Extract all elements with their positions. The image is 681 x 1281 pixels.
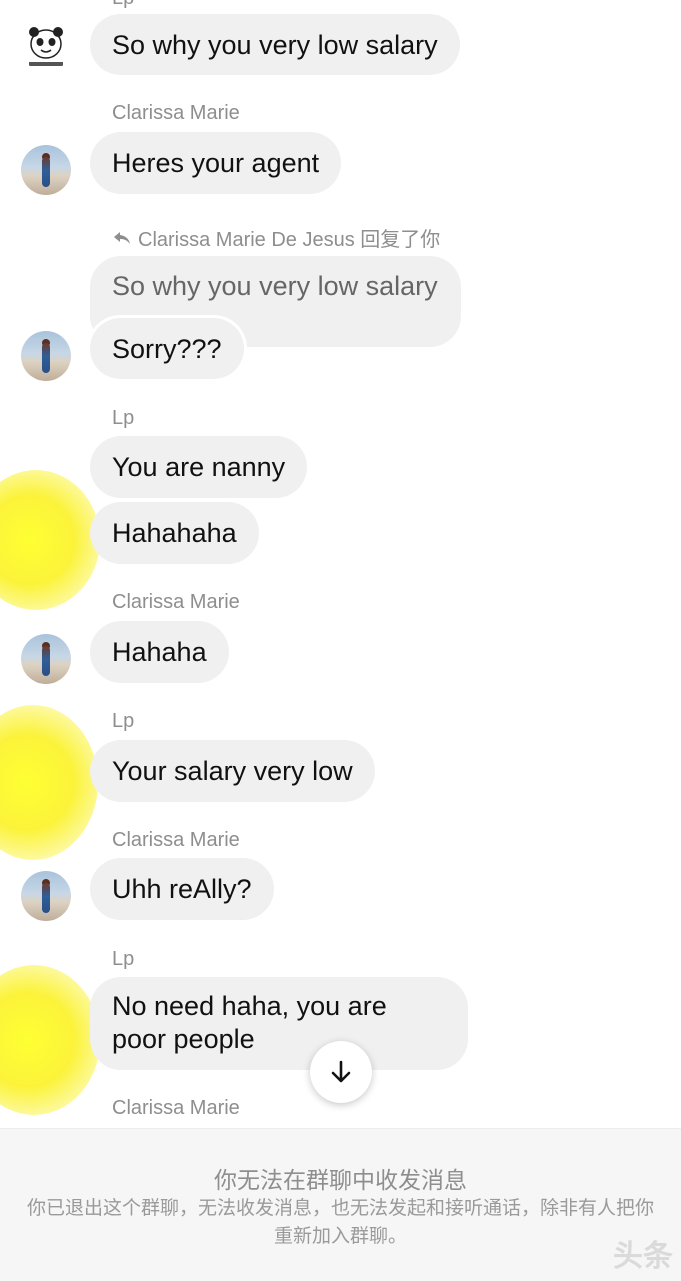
panda-meme-icon — [29, 27, 63, 66]
reply-header: Clarissa Marie De Jesus 回复了你 — [112, 223, 440, 252]
message-bubble[interactable]: Hahaha — [90, 621, 229, 683]
notice-title: 你无法在群聊中收发消息 — [214, 1167, 467, 1193]
sender-name: Lp — [112, 948, 135, 970]
message-bubble[interactable]: Uhh reAlly? — [90, 858, 274, 920]
scroll-to-bottom-button[interactable] — [310, 1041, 372, 1103]
message-bubble[interactable]: Sorry??? — [90, 318, 244, 379]
sender-name: Clarissa Marie — [112, 829, 240, 851]
message-bubble[interactable]: Your salary very low — [90, 740, 375, 802]
watermark: 头条 — [613, 1240, 673, 1273]
user-avatar[interactable] — [21, 634, 71, 684]
user-avatar[interactable] — [21, 145, 71, 195]
sender-name: Clarissa Marie — [112, 1097, 240, 1119]
sender-name-partial: Lp — [112, 0, 134, 10]
sender-name: Lp — [112, 407, 135, 429]
meme-avatar[interactable] — [21, 22, 71, 72]
sender-name: Clarissa Marie — [112, 102, 240, 124]
redaction-blot — [0, 965, 100, 1115]
message-bubble[interactable]: So why you very low salary — [90, 14, 460, 75]
user-avatar[interactable] — [21, 871, 71, 921]
message-bubble[interactable]: You are nanny — [90, 436, 308, 498]
message-bubble[interactable]: Heres your agent — [90, 132, 342, 194]
arrow-down-icon — [331, 1060, 351, 1083]
reply-arrow-icon — [114, 231, 130, 244]
left-group-notice: 你无法在群聊中收发消息 你已退出这个群聊，无法收发消息，也无法发起和接听通话，除… — [0, 1128, 681, 1281]
reply-header-text: Clarissa Marie De Jesus 回复了你 — [138, 229, 441, 251]
notice-description: 你已退出这个群聊，无法收发消息，也无法发起和接听通话，除非有人把你重新加入群聊。 — [26, 1198, 654, 1247]
sender-name: Lp — [112, 710, 135, 732]
message-bubble[interactable]: No need haha, you are poor people — [90, 977, 468, 1070]
user-avatar[interactable] — [21, 331, 71, 381]
message-bubble[interactable]: Hahahaha — [90, 502, 259, 564]
redaction-blot — [0, 705, 98, 860]
redaction-blot — [0, 470, 100, 610]
sender-name: Clarissa Marie — [112, 591, 240, 613]
